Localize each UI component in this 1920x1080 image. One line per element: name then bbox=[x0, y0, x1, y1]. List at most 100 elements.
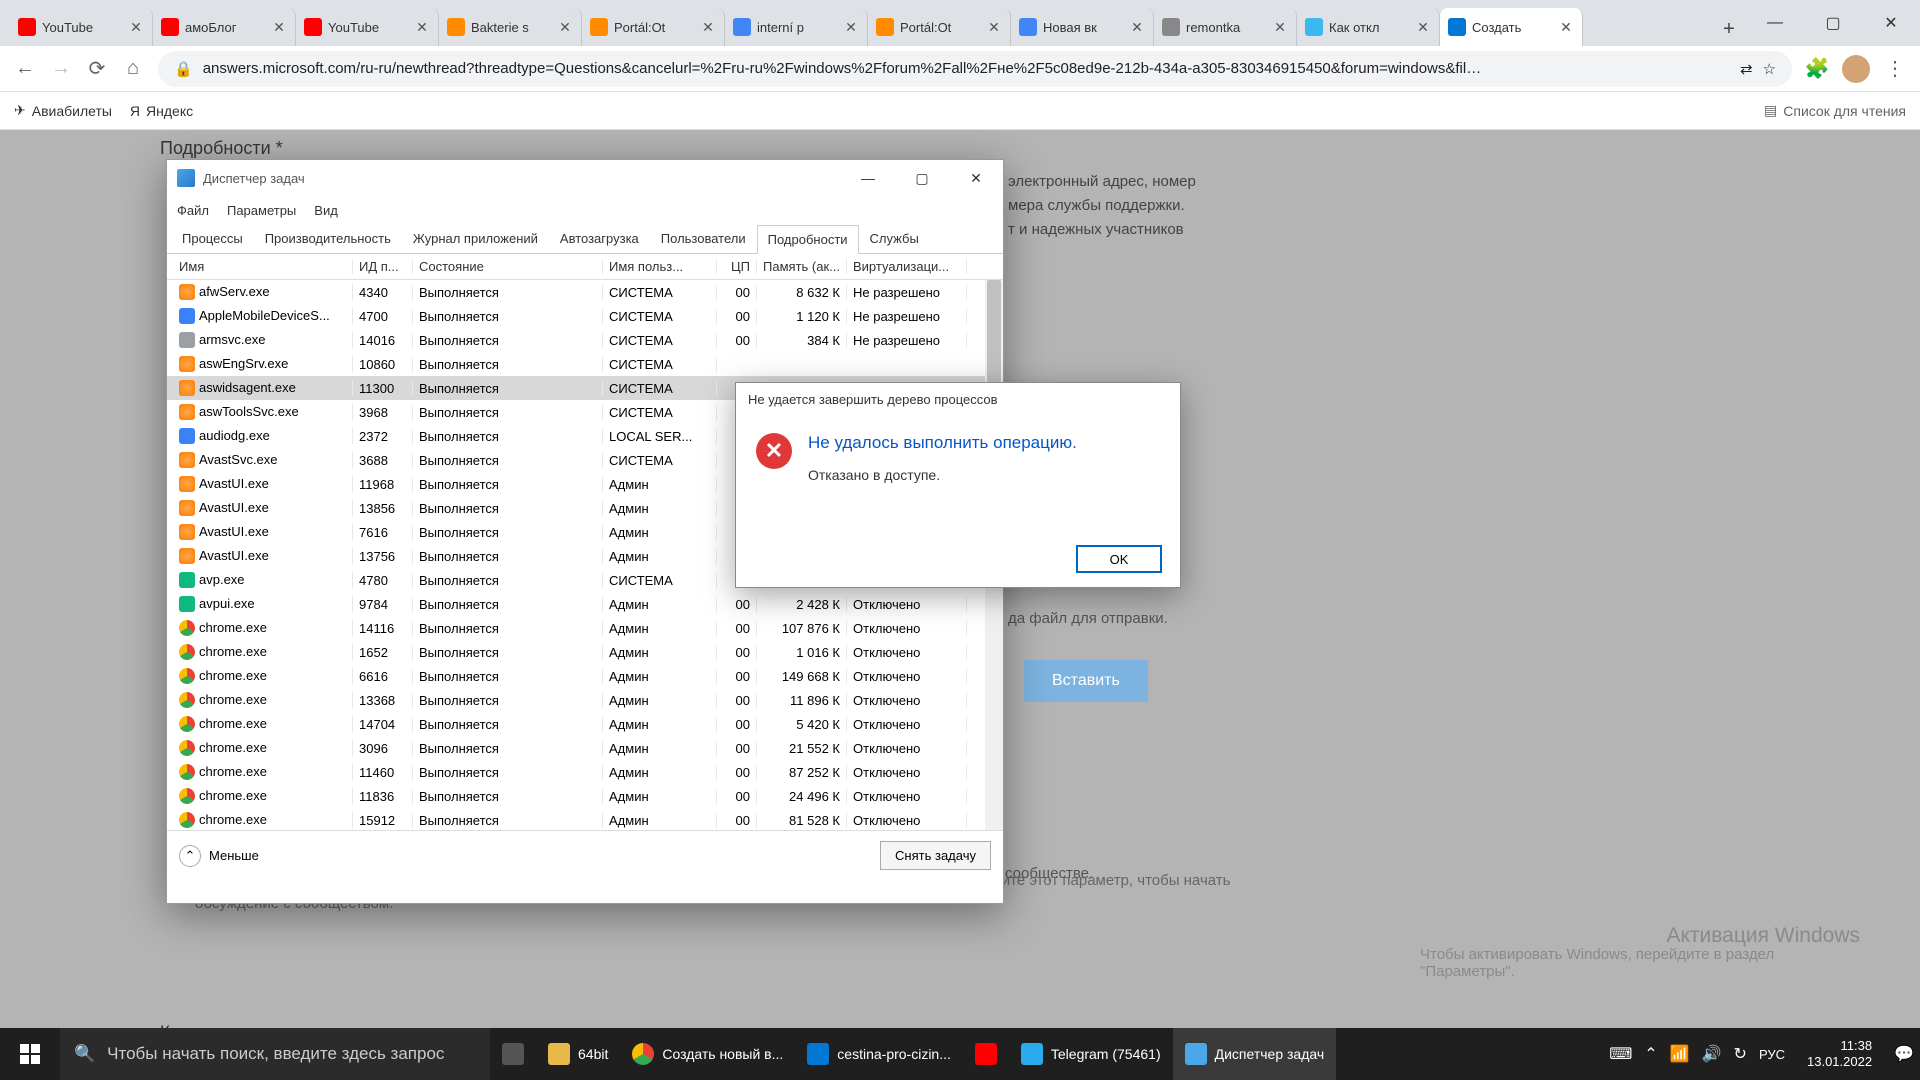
tab-close[interactable]: ✕ bbox=[1558, 19, 1574, 35]
process-row[interactable]: chrome.exe11460ВыполняетсяАдмин0087 252 … bbox=[167, 760, 1003, 784]
window-close[interactable]: ✕ bbox=[1862, 0, 1920, 46]
tray-language[interactable]: РУС bbox=[1759, 1047, 1785, 1062]
column-header[interactable]: ИД п... bbox=[353, 259, 413, 274]
taskmgr-tab[interactable]: Автозагрузка bbox=[549, 224, 650, 253]
taskmgr-tab[interactable]: Подробности bbox=[757, 225, 859, 254]
tab-close[interactable]: ✕ bbox=[414, 19, 430, 35]
chrome-menu[interactable]: ⋮ bbox=[1884, 58, 1906, 80]
taskmgr-menu-item[interactable]: Параметры bbox=[227, 203, 296, 218]
activation-watermark-sub: Чтобы активировать Windows, перейдите в … bbox=[1420, 946, 1860, 980]
tab-close[interactable]: ✕ bbox=[271, 19, 287, 35]
browser-tab[interactable]: YouTube✕ bbox=[296, 8, 439, 46]
process-row[interactable]: chrome.exe14116ВыполняетсяАдмин00107 876… bbox=[167, 616, 1003, 640]
taskmgr-minimize[interactable]: — bbox=[841, 160, 895, 196]
task-view[interactable] bbox=[490, 1028, 536, 1080]
taskmgr-tab[interactable]: Производительность bbox=[254, 224, 402, 253]
address-bar: ← → ⟳ ⌂ 🔒 answers.microsoft.com/ru-ru/ne… bbox=[0, 46, 1920, 92]
browser-tab[interactable]: remontka✕ bbox=[1154, 8, 1297, 46]
bookmark-item[interactable]: ✈Авиабилеты bbox=[14, 102, 112, 119]
window-maximize[interactable]: ▢ bbox=[1804, 0, 1862, 46]
taskbar-app[interactable]: Создать новый в... bbox=[620, 1028, 795, 1080]
browser-tab[interactable]: YouTube✕ bbox=[10, 8, 153, 46]
process-row[interactable]: aswEngSrv.exe10860ВыполняетсяСИСТЕМА bbox=[167, 352, 1003, 376]
taskmgr-menu-item[interactable]: Файл bbox=[177, 203, 209, 218]
process-row[interactable]: armsvc.exe14016ВыполняетсяСИСТЕМА00384 К… bbox=[167, 328, 1003, 352]
translate-icon[interactable]: ⇄ bbox=[1740, 60, 1753, 78]
url-input[interactable]: 🔒 answers.microsoft.com/ru-ru/newthread?… bbox=[158, 51, 1792, 87]
error-dialog: Не удается завершить дерево процессов ✕ … bbox=[735, 382, 1181, 588]
browser-tab[interactable]: Portál:Ot✕ bbox=[582, 8, 725, 46]
column-header[interactable]: Состояние bbox=[413, 259, 603, 274]
window-minimize[interactable]: — bbox=[1746, 0, 1804, 46]
taskmgr-titlebar[interactable]: Диспетчер задач — ▢ ✕ bbox=[167, 160, 1003, 196]
process-row[interactable]: chrome.exe6616ВыполняетсяАдмин00149 668 … bbox=[167, 664, 1003, 688]
tab-close[interactable]: ✕ bbox=[1415, 19, 1431, 35]
taskmgr-maximize[interactable]: ▢ bbox=[895, 160, 949, 196]
process-row[interactable]: AppleMobileDeviceS...4700ВыполняетсяСИСТ… bbox=[167, 304, 1003, 328]
notification-icon[interactable]: 💬 bbox=[1894, 1044, 1914, 1064]
nav-reload[interactable]: ⟳ bbox=[86, 58, 108, 80]
process-row[interactable]: chrome.exe3096ВыполняетсяАдмин0021 552 К… bbox=[167, 736, 1003, 760]
browser-tab[interactable]: Как откл✕ bbox=[1297, 8, 1440, 46]
extensions-icon[interactable]: 🧩 bbox=[1806, 58, 1828, 80]
tray-network-icon[interactable]: 📶 bbox=[1670, 1044, 1690, 1064]
tab-close[interactable]: ✕ bbox=[128, 19, 144, 35]
tray-keyboard-icon[interactable]: ⌨ bbox=[1609, 1044, 1632, 1064]
taskmgr-tab[interactable]: Журнал приложений bbox=[402, 224, 549, 253]
taskbar-app[interactable]: Диспетчер задач bbox=[1173, 1028, 1337, 1080]
end-task-button[interactable]: Снять задачу bbox=[880, 841, 991, 870]
browser-tab[interactable]: interní p✕ bbox=[725, 8, 868, 46]
browser-tab[interactable]: Portál:Ot✕ bbox=[868, 8, 1011, 46]
process-row[interactable]: chrome.exe15912ВыполняетсяАдмин0081 528 … bbox=[167, 808, 1003, 830]
taskbar-clock[interactable]: 11:38 13.01.2022 bbox=[1797, 1038, 1882, 1069]
browser-tab[interactable]: Bakterie s✕ bbox=[439, 8, 582, 46]
column-header[interactable]: Виртуализаци... bbox=[847, 259, 967, 274]
process-row[interactable]: afwServ.exe4340ВыполняетсяСИСТЕМА008 632… bbox=[167, 280, 1003, 304]
process-row[interactable]: avpui.exe9784ВыполняетсяАдмин002 428 КОт… bbox=[167, 592, 1003, 616]
browser-tab[interactable]: Новая вк✕ bbox=[1011, 8, 1154, 46]
start-button[interactable] bbox=[0, 1028, 60, 1080]
bookmark-icon[interactable]: ☆ bbox=[1763, 60, 1776, 78]
taskbar-search[interactable]: 🔍 Чтобы начать поиск, введите здесь запр… bbox=[60, 1028, 490, 1080]
nav-back[interactable]: ← bbox=[14, 58, 36, 80]
taskbar-app[interactable] bbox=[963, 1028, 1009, 1080]
taskbar-app[interactable]: cestina-pro-cizin... bbox=[795, 1028, 963, 1080]
tab-close[interactable]: ✕ bbox=[1272, 19, 1288, 35]
column-header[interactable]: ЦП bbox=[717, 259, 757, 274]
taskmgr-tab[interactable]: Службы bbox=[859, 224, 930, 253]
nav-home[interactable]: ⌂ bbox=[122, 58, 144, 80]
column-header[interactable]: Имя bbox=[173, 259, 353, 274]
process-row[interactable]: chrome.exe11836ВыполняетсяАдмин0024 496 … bbox=[167, 784, 1003, 808]
tab-close[interactable]: ✕ bbox=[1129, 19, 1145, 35]
process-row[interactable]: chrome.exe14704ВыполняетсяАдмин005 420 К… bbox=[167, 712, 1003, 736]
taskbar-app[interactable]: 64bit bbox=[536, 1028, 620, 1080]
profile-avatar[interactable] bbox=[1842, 55, 1870, 83]
insert-button[interactable]: Вставить bbox=[1024, 660, 1148, 702]
taskmgr-menu-item[interactable]: Вид bbox=[314, 203, 338, 218]
chevron-up-icon: ⌃ bbox=[179, 845, 201, 867]
process-row[interactable]: chrome.exe1652ВыполняетсяАдмин001 016 КО… bbox=[167, 640, 1003, 664]
browser-tab[interactable]: амоБлог✕ bbox=[153, 8, 296, 46]
tab-close[interactable]: ✕ bbox=[700, 19, 716, 35]
taskmgr-close[interactable]: ✕ bbox=[949, 160, 1003, 196]
browser-tab[interactable]: Создать✕ bbox=[1440, 8, 1583, 46]
column-header[interactable]: Имя польз... bbox=[603, 259, 717, 274]
new-tab-button[interactable]: + bbox=[1712, 12, 1746, 46]
tray-chevron-icon[interactable]: ⌃ bbox=[1644, 1044, 1657, 1064]
taskmgr-tab[interactable]: Пользователи bbox=[650, 224, 757, 253]
taskbar-app[interactable]: Telegram (75461) bbox=[1009, 1028, 1173, 1080]
tab-close[interactable]: ✕ bbox=[843, 19, 859, 35]
nav-forward[interactable]: → bbox=[50, 58, 72, 80]
tray-volume-icon[interactable]: 🔊 bbox=[1702, 1044, 1722, 1064]
taskmgr-tab[interactable]: Процессы bbox=[171, 224, 254, 253]
error-ok-button[interactable]: OK bbox=[1076, 545, 1162, 573]
tab-close[interactable]: ✕ bbox=[986, 19, 1002, 35]
process-row[interactable]: chrome.exe13368ВыполняетсяАдмин0011 896 … bbox=[167, 688, 1003, 712]
tray-sync-icon[interactable]: ↻ bbox=[1734, 1044, 1747, 1064]
column-header[interactable]: Память (ак... bbox=[757, 259, 847, 274]
process-icon bbox=[179, 620, 195, 636]
bookmark-item[interactable]: ЯЯндекс bbox=[130, 102, 193, 119]
tab-close[interactable]: ✕ bbox=[557, 19, 573, 35]
reading-list[interactable]: ▤ Список для чтения bbox=[1764, 102, 1906, 119]
fewer-details[interactable]: ⌃ Меньше bbox=[179, 845, 259, 867]
